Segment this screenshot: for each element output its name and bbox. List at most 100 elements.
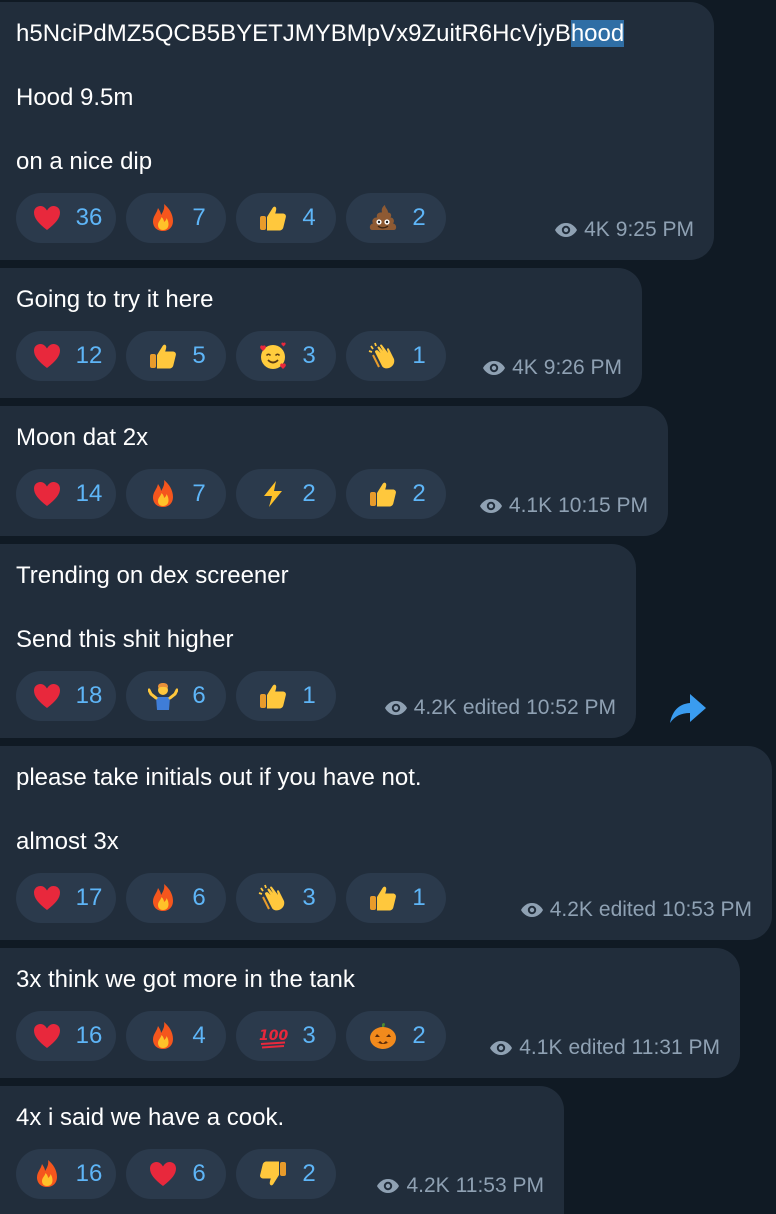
thumbs-down-icon (258, 1159, 288, 1189)
message-text-line: h5NciPdMZ5QCB5BYETJMYBMpVx9ZuitR6HcVjyBh… (16, 20, 625, 47)
reaction-chip[interactable]: 6 (126, 1149, 226, 1199)
reaction-chip[interactable]: 2 (236, 1149, 336, 1199)
reaction-count: 2 (412, 1022, 426, 1049)
message-meta: 4.2K edited 10:53 PM (520, 898, 752, 922)
edited-label: edited (568, 1036, 626, 1059)
message-footer: 17 6 3 1 4.2K edited 10:53 PM (16, 872, 752, 924)
eye-icon (489, 1036, 513, 1060)
reaction-count: 1 (302, 682, 316, 709)
view-count: 4K (512, 356, 538, 379)
heart-icon (32, 341, 62, 371)
timestamp: 10:15 PM (558, 494, 648, 517)
message-bubble[interactable]: h5NciPdMZ5QCB5BYETJMYBMpVx9ZuitR6HcVjyBh… (0, 2, 714, 260)
reaction-chip[interactable]: 6 (126, 671, 226, 721)
reaction-count: 3 (302, 1022, 316, 1049)
fire-icon (148, 479, 178, 509)
reaction-chip[interactable]: 5 (126, 331, 226, 381)
message-text-line: Send this shit higher (16, 626, 234, 653)
reaction-chip[interactable]: 7 (126, 193, 226, 243)
timestamp: 9:26 PM (543, 356, 622, 379)
heart-icon (32, 1021, 62, 1051)
reaction-count: 2 (412, 480, 426, 507)
reaction-chip[interactable]: 14 (16, 469, 116, 519)
reaction-chip[interactable]: 36 (16, 193, 116, 243)
forward-arrow-icon[interactable] (668, 690, 708, 726)
reaction-chip[interactable]: 2 (346, 1011, 446, 1061)
message-bubble[interactable]: Trending on dex screener Send this shit … (0, 544, 636, 738)
reaction-chip[interactable]: 1 (346, 873, 446, 923)
message-meta: 4.1K 10:15 PM (479, 494, 648, 518)
message-bubble[interactable]: 3x think we got more in the tank 16 4 100 3… (0, 948, 740, 1078)
reaction-count: 4 (302, 204, 316, 231)
reaction-chip[interactable]: 2 (346, 193, 446, 243)
heart-icon (32, 479, 62, 509)
reaction-chip[interactable]: 6 (126, 873, 226, 923)
thumbs-up-icon (368, 479, 398, 509)
reaction-chip[interactable]: 1 (346, 331, 446, 381)
thumbs-up-icon (258, 203, 288, 233)
reaction-chip[interactable]: 17 (16, 873, 116, 923)
smiling-face-with-hearts-icon (258, 341, 288, 371)
reaction-count: 17 (75, 884, 103, 911)
reaction-count: 14 (75, 480, 103, 507)
edited-label: edited (462, 696, 521, 719)
person-shrugging-icon (148, 681, 179, 711)
timestamp: 11:53 PM (455, 1174, 544, 1197)
fire-icon (148, 1021, 178, 1051)
reaction-chip[interactable]: 16 (16, 1011, 116, 1061)
reaction-count: 2 (412, 204, 426, 231)
reaction-count: 4 (192, 1022, 206, 1049)
reaction-chip[interactable]: 1 (236, 671, 336, 721)
reaction-chip[interactable]: 4 (236, 193, 336, 243)
poop-icon (368, 203, 398, 233)
reactions: 36 7 4 2 (16, 193, 446, 243)
eye-icon (554, 218, 578, 242)
reaction-count: 5 (192, 342, 206, 369)
view-count: 4.2K (549, 898, 593, 921)
heart-icon (32, 883, 62, 913)
eye-icon (479, 494, 503, 518)
eye-icon (376, 1174, 400, 1198)
view-count: 4K (584, 218, 610, 241)
reactions: 17 6 3 1 (16, 873, 446, 923)
thumbs-up-icon (148, 341, 178, 371)
message-bubble[interactable]: Moon dat 2x 14 7 2 2 4.1K 10:15 PM (0, 406, 668, 536)
reaction-count: 3 (302, 342, 316, 369)
reaction-chip[interactable]: 4 (126, 1011, 226, 1061)
reaction-chip[interactable]: 18 (16, 671, 116, 721)
reaction-chip[interactable]: 7 (126, 469, 226, 519)
reaction-count: 7 (192, 204, 206, 231)
fire-icon (148, 203, 178, 233)
reaction-chip[interactable]: 3 (236, 331, 336, 381)
message-footer: 12 5 3 1 4K 9:26 PM (16, 330, 622, 382)
reaction-chip[interactable]: 2 (236, 469, 336, 519)
reaction-count: 16 (75, 1022, 103, 1049)
reaction-count: 16 (75, 1160, 103, 1187)
reaction-count: 36 (75, 204, 103, 231)
reaction-count: 12 (75, 342, 103, 369)
message-text-line: on a nice dip (16, 148, 153, 175)
message-meta: 4.2K 11:53 PM (376, 1174, 544, 1198)
message-meta: 4.1K edited 11:31 PM (489, 1036, 720, 1060)
message-bubble[interactable]: please take initials out if you have not… (0, 746, 772, 940)
eye-icon (384, 696, 408, 720)
message-text-line: almost 3x (16, 828, 119, 855)
message-text-line: please take initials out if you have not… (16, 764, 422, 791)
message-text-line: Moon dat 2x (16, 424, 149, 451)
reaction-chip[interactable]: 3 (236, 873, 336, 923)
message-bubble[interactable]: 4x i said we have a cook. 16 6 2 4.2K 11:5… (0, 1086, 564, 1214)
message-bubble[interactable]: Going to try it here 12 5 3 1 4K 9:26 PM (0, 268, 642, 398)
reaction-count: 6 (192, 884, 206, 911)
reaction-count: 2 (302, 1160, 316, 1187)
reaction-chip[interactable]: 100 3 (236, 1011, 336, 1061)
reaction-chip[interactable]: 12 (16, 331, 116, 381)
message-footer: 16 6 2 4.2K 11:53 PM (16, 1148, 544, 1200)
reaction-count: 1 (412, 884, 426, 911)
reaction-chip[interactable]: 16 (16, 1149, 116, 1199)
view-count: 4.1K (519, 1036, 563, 1059)
reaction-count: 1 (412, 342, 426, 369)
reactions: 14 7 2 2 (16, 469, 446, 519)
reaction-chip[interactable]: 2 (346, 469, 446, 519)
reaction-count: 6 (192, 682, 206, 709)
reaction-count: 7 (192, 480, 206, 507)
